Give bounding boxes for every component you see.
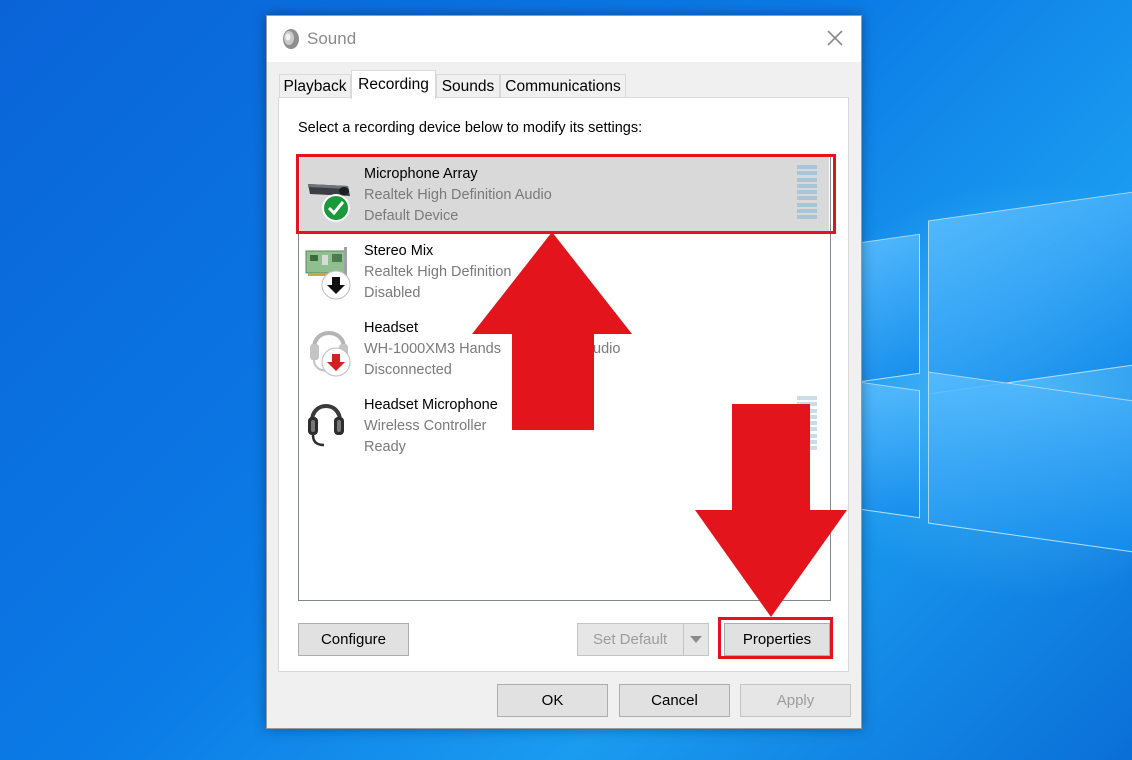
microphone-array-icon — [308, 184, 350, 222]
device-name: Headset — [364, 320, 419, 336]
close-button[interactable] — [815, 22, 855, 54]
device-name: Headset Microphone — [364, 397, 498, 413]
windows-logo-pane — [928, 371, 1132, 553]
device-status: Default Device — [364, 208, 459, 224]
device-driver: Realtek High Definition — [364, 264, 512, 280]
speaker-icon — [283, 29, 299, 49]
device-status: Disconnected — [364, 362, 452, 378]
title-bar[interactable]: Sound — [267, 16, 861, 62]
tab-sounds[interactable]: Sounds — [436, 74, 500, 98]
windows-logo-pane — [860, 233, 920, 383]
cancel-button[interactable]: Cancel — [619, 684, 730, 717]
windows-logo-pane — [860, 381, 920, 519]
device-driver: Realtek High Definition Audio — [364, 187, 552, 203]
sound-card-icon — [305, 247, 351, 300]
device-headset-microphone[interactable]: Headset Microphone Wireless Controller R… — [300, 387, 829, 462]
tab-recording[interactable]: Recording — [351, 70, 436, 99]
chevron-down-icon — [690, 636, 702, 643]
device-name: Microphone Array — [364, 166, 478, 182]
device-headset[interactable]: Headset WH-1000XM3 Hands udio Disconnecte… — [300, 310, 829, 385]
sound-dialog: Sound Playback Recording Sounds Communic… — [266, 15, 862, 729]
close-icon — [827, 30, 843, 46]
recording-device-list[interactable]: Microphone Array Realtek High Definition… — [298, 154, 831, 601]
red-down-arrow-badge — [321, 347, 351, 377]
headset-microphone-icon — [308, 404, 344, 447]
ok-button[interactable]: OK — [497, 684, 608, 717]
device-driver-head: WH-1000XM3 Hands — [364, 341, 501, 357]
recording-panel: Select a recording device below to modif… — [278, 97, 849, 672]
black-down-arrow-badge — [321, 270, 351, 300]
headset-icon — [310, 331, 351, 377]
tab-playback[interactable]: Playback — [279, 74, 351, 98]
level-meter — [797, 165, 817, 223]
level-meter — [797, 396, 817, 454]
set-default-button[interactable]: Set Default — [577, 623, 709, 656]
set-default-label: Set Default — [593, 631, 668, 648]
device-microphone-array[interactable]: Microphone Array Realtek High Definition… — [300, 156, 829, 231]
green-check-badge — [322, 194, 350, 222]
device-name: Stereo Mix — [364, 243, 434, 259]
properties-button[interactable]: Properties — [724, 623, 830, 656]
set-default-dropdown[interactable] — [683, 624, 708, 655]
device-status: Ready — [364, 439, 406, 455]
device-stereo-mix[interactable]: Stereo Mix Realtek High Definition Disab… — [300, 233, 829, 308]
apply-button[interactable]: Apply — [740, 684, 851, 717]
instruction-text: Select a recording device below to modif… — [298, 120, 643, 136]
device-driver: Wireless Controller — [364, 418, 487, 434]
window-title: Sound — [307, 29, 357, 48]
device-driver-tail: udio — [593, 341, 621, 357]
tab-communications[interactable]: Communications — [500, 74, 626, 98]
device-status: Disabled — [364, 285, 421, 301]
device-driver: WH-1000XM3 Hands udio — [364, 341, 620, 357]
configure-button[interactable]: Configure — [298, 623, 409, 656]
windows-logo-pane — [928, 191, 1132, 395]
